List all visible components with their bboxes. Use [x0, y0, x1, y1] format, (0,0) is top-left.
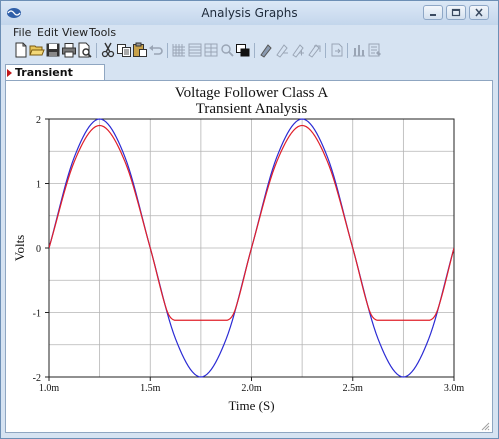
- open-icon: [29, 45, 45, 56]
- x-tick-label: 2.5m: [343, 383, 364, 394]
- graph-panel[interactable]: 1.0m 1.5m 2.0m 2.5m 3.0m -2 -1 0 1 2 Voltage Follo…: [5, 80, 493, 433]
- zoom-button[interactable]: [219, 42, 235, 58]
- y-tick-label: 2: [36, 115, 41, 126]
- print-icon: [62, 43, 76, 58]
- cursor-button[interactable]: [258, 42, 274, 58]
- menu-tools[interactable]: Tools: [89, 26, 116, 39]
- copy-button[interactable]: [116, 42, 132, 58]
- y-axis-label: Volts: [12, 235, 27, 262]
- copy-icon: [117, 44, 131, 57]
- print-preview-button[interactable]: [77, 42, 93, 58]
- new-button[interactable]: [13, 42, 29, 58]
- title-bar[interactable]: Analysis Graphs: [1, 1, 498, 25]
- toolbar: [1, 41, 498, 61]
- minimize-button[interactable]: [423, 5, 443, 20]
- data-button[interactable]: [329, 42, 345, 58]
- tab-transient-analysis[interactable]: Transient Analysis: [5, 64, 105, 92]
- menu-edit[interactable]: Edit: [37, 26, 58, 39]
- chart-subtitle: Transient Analysis: [196, 101, 308, 117]
- cursor-next-icon: [276, 44, 288, 58]
- active-tab-marker-icon: [7, 69, 12, 77]
- toolbar-separator: [167, 43, 168, 58]
- properties-icon: [368, 43, 381, 57]
- cut-icon: [101, 42, 115, 58]
- toolbar-separator: [254, 43, 255, 58]
- cursor-prev-button[interactable]: [290, 42, 306, 58]
- cursor-prev-icon: [292, 44, 304, 58]
- save-button[interactable]: [45, 42, 61, 58]
- open-button[interactable]: [29, 42, 45, 58]
- toolbar-separator: [96, 43, 97, 58]
- close-icon: [475, 8, 483, 17]
- toolbar-separator: [325, 43, 326, 58]
- cursor-icon: [260, 44, 272, 58]
- overlay-button[interactable]: [235, 42, 251, 58]
- export-button[interactable]: [306, 42, 322, 58]
- x-tick-label: 1.0m: [39, 383, 60, 394]
- undo-button[interactable]: [148, 42, 164, 58]
- tab-strip: Transient Analysis: [1, 62, 498, 92]
- y-tick-label: -1: [33, 309, 41, 320]
- export-icon: [308, 44, 321, 58]
- y-tick-label: 0: [36, 244, 41, 255]
- chart-title: Voltage Follower Class A: [175, 85, 329, 101]
- x-tick-label: 3.0m: [444, 383, 465, 394]
- overlay-icon: [236, 44, 250, 57]
- minor-grid-button[interactable]: [187, 42, 203, 58]
- grid-button[interactable]: [171, 42, 187, 58]
- menu-view[interactable]: View: [62, 26, 88, 39]
- properties-button[interactable]: [367, 42, 383, 58]
- x-tick-label: 2.0m: [241, 383, 262, 394]
- menu-file[interactable]: File: [13, 26, 31, 39]
- cut-button[interactable]: [100, 42, 116, 58]
- cursor-next-button[interactable]: [274, 42, 290, 58]
- bar-graph-icon: [353, 45, 365, 57]
- bar-graph-button[interactable]: [351, 42, 367, 58]
- undo-icon: [149, 45, 163, 55]
- maximize-icon: [451, 8, 461, 17]
- transient-analysis-chart[interactable]: 1.0m 1.5m 2.0m 2.5m 3.0m -2 -1 0 1 2 Voltage Follo…: [6, 81, 492, 432]
- y-tick-label: 1: [36, 180, 41, 191]
- grid-icon: [172, 44, 185, 57]
- save-icon: [46, 43, 60, 57]
- y-tick-label: -2: [33, 373, 41, 384]
- table-button[interactable]: [203, 42, 219, 58]
- close-button[interactable]: [469, 5, 489, 20]
- x-axis-label: Time (S): [228, 398, 274, 413]
- paste-icon: [133, 42, 147, 57]
- zoom-icon: [221, 44, 234, 57]
- x-tick-label: 1.5m: [140, 383, 161, 394]
- paste-button[interactable]: [132, 42, 148, 58]
- resize-grip-icon[interactable]: [480, 420, 490, 431]
- print-preview-icon: [78, 42, 92, 58]
- data-export-icon: [331, 43, 343, 57]
- menu-bar: File Edit View Tools: [1, 25, 498, 41]
- new-icon: [15, 42, 27, 58]
- analysis-graphs-window: Analysis Graphs File Edit View Tools Tra…: [0, 0, 499, 439]
- maximize-button[interactable]: [446, 5, 466, 20]
- minor-grid-icon: [188, 43, 202, 57]
- toolbar-separator: [347, 43, 348, 58]
- table-icon: [204, 43, 218, 57]
- minimize-icon: [430, 14, 436, 16]
- print-button[interactable]: [61, 42, 77, 58]
